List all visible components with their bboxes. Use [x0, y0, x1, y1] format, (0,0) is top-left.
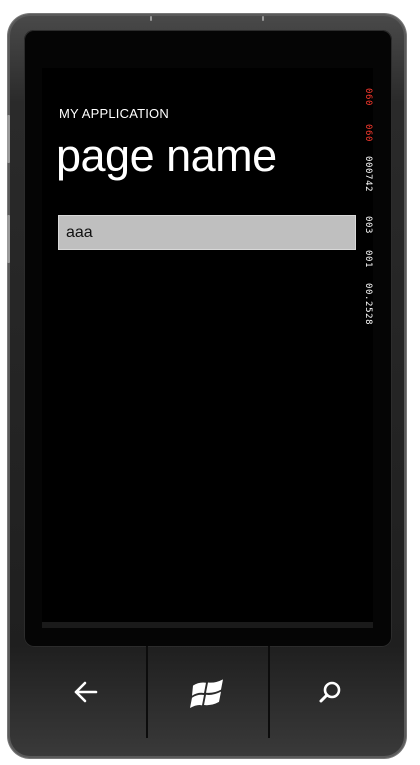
windows-logo-icon: [190, 679, 223, 708]
application-title: MY APPLICATION: [59, 106, 169, 121]
frame-counter: 003: [363, 216, 373, 235]
back-button[interactable]: [26, 646, 148, 738]
frame-rate-counters: 060 060 000742 003 001 00.2528: [362, 88, 373, 348]
volume-button[interactable]: [7, 115, 10, 163]
frame-counter: 000742: [363, 156, 373, 193]
text-input[interactable]: aaa: [58, 215, 356, 250]
camera-button[interactable]: [262, 16, 264, 21]
frame-counter: 060: [363, 88, 373, 107]
page-title: page name: [56, 130, 277, 181]
side-button[interactable]: [7, 215, 10, 263]
power-button[interactable]: [150, 16, 152, 21]
search-icon: [319, 681, 341, 703]
frame-counter: 060: [363, 124, 373, 143]
search-button[interactable]: [270, 646, 390, 738]
frame-counter: 001: [363, 250, 373, 269]
start-button[interactable]: [148, 646, 270, 738]
hardware-nav-bar: [26, 646, 390, 738]
app-screen: MY APPLICATION page name aaa 060 060 000…: [42, 68, 373, 626]
frame-counter: 00.2528: [363, 283, 373, 326]
screen-bottom-edge: [42, 622, 373, 628]
back-arrow-icon: [74, 681, 98, 703]
